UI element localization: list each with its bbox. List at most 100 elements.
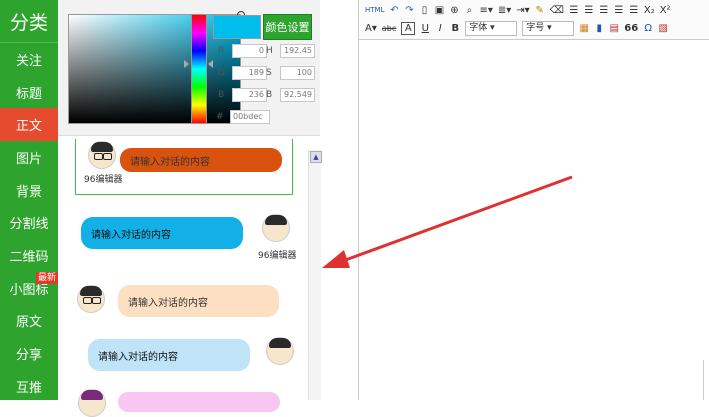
bold-icon[interactable]: B (450, 23, 460, 34)
h-input[interactable]: 192.45 (280, 44, 315, 58)
eraser-icon[interactable]: ⌫ (550, 5, 564, 16)
font-color-icon[interactable]: A▾ (365, 23, 377, 34)
sidebar-item-share[interactable]: 分享 (0, 337, 58, 370)
bubble-text: 请输入对话的内容 (98, 351, 178, 363)
s-input[interactable]: 100 (280, 66, 315, 80)
subscript-button[interactable]: X₂ (644, 5, 655, 16)
sidebar-item-label: 分享 (15, 348, 42, 364)
indent-icon[interactable]: ⇥▾ (516, 5, 529, 16)
current-color-swatch (213, 15, 261, 39)
video-icon[interactable]: ▮ (594, 23, 604, 34)
sidebar-title: 分类 (0, 0, 58, 43)
sidebar-item-label: 分割线 (9, 217, 49, 233)
new-doc-icon[interactable]: ▯ (419, 5, 429, 16)
avatar-glasses-icon (88, 141, 116, 169)
align-distribute-icon[interactable]: ☰ (629, 5, 639, 16)
template-caption: 96编辑器 (258, 251, 297, 261)
color-settings-button[interactable]: 颜色设置 (263, 14, 312, 40)
sidebar-item-title[interactable]: 标题 (0, 76, 58, 109)
avatar-glasses-icon (77, 285, 105, 313)
s-field: S 100 (266, 66, 315, 80)
search-replace-icon[interactable]: ⌕ (464, 5, 474, 16)
hue-slider[interactable] (191, 14, 207, 124)
g-field: G 189 (218, 66, 267, 80)
sidebar-item-label: 互推 (15, 380, 42, 396)
align-justify-icon[interactable]: ☰ (614, 5, 624, 16)
bubble-text: 请输入对话的内容 (128, 297, 208, 309)
template-list-scrollbar[interactable]: ▲ (308, 150, 322, 400)
sidebar-item-original[interactable]: 原文 (0, 305, 58, 338)
r-input[interactable]: 0 (232, 44, 267, 58)
sidebar-item-label: 二维码 (9, 249, 49, 265)
format-brush-icon[interactable]: ✎ (535, 5, 545, 16)
undo-icon[interactable]: ↶ (389, 5, 399, 16)
find-icon[interactable]: ⊕ (449, 5, 459, 16)
sidebar-item-follow[interactable]: 关注 (0, 43, 58, 76)
sidebar-item-image[interactable]: 图片 (0, 141, 58, 174)
avatar-boy-icon (262, 214, 290, 242)
chat-bubble-lightblue[interactable]: 请输入对话的内容 (88, 339, 250, 371)
template-icon[interactable]: ▧ (658, 23, 668, 34)
brightness-input[interactable]: 92.549 (280, 88, 315, 102)
select-all-icon[interactable]: ▣ (434, 5, 444, 16)
sidebar-item-divider[interactable]: 分割线 (0, 206, 58, 239)
font-size-select[interactable]: 字号 ▾ (522, 20, 575, 36)
b-input[interactable]: 236 (232, 88, 267, 102)
sidebar-item-background[interactable]: 背景 (0, 174, 58, 207)
font-family-value: 字体 (469, 22, 488, 33)
sidebar-item-label: 图片 (15, 151, 42, 167)
align-right-icon[interactable]: ☰ (599, 5, 609, 16)
sidebar-item-small-icon[interactable]: 小图标 最新 (0, 271, 58, 305)
special-char-button[interactable]: Ω (643, 23, 653, 34)
editor-scroll-edge (703, 360, 709, 400)
b-field: B 236 (218, 88, 267, 102)
image-icon[interactable]: ▦ (579, 23, 589, 34)
hue-left-arrow-icon (184, 60, 189, 68)
sidebar-item-qrcode[interactable]: 二维码 (0, 239, 58, 272)
sidebar-item-label: 正文 (15, 119, 42, 135)
chat-bubble-blue[interactable]: 请输入对话的内容 (81, 217, 243, 249)
bubble-text: 请输入对话的内容 (130, 156, 210, 168)
text-border-icon[interactable]: A (401, 21, 416, 35)
align-center-icon[interactable]: ☰ (584, 5, 594, 16)
g-input[interactable]: 189 (232, 66, 267, 80)
calendar-icon[interactable]: ▤ (609, 23, 619, 34)
hex-input[interactable]: 00bdec (230, 110, 270, 124)
editor-toolbar: HTML ↶ ↷ ▯ ▣ ⊕ ⌕ ≡▾ ≣▾ ⇥▾ ✎ ⌫ ☰ ☰ ☰ ☰ ☰ … (359, 0, 709, 40)
italic-icon[interactable]: I (435, 23, 445, 34)
rich-text-editor: HTML ↶ ↷ ▯ ▣ ⊕ ⌕ ≡▾ ≣▾ ⇥▾ ✎ ⌫ ☰ ☰ ☰ ☰ ☰ … (358, 0, 709, 400)
chat-bubble-orange[interactable]: 请输入对话的内容 (120, 148, 282, 172)
sidebar-item-label: 关注 (15, 53, 42, 69)
avatar-girl-icon (78, 389, 106, 417)
underline-icon[interactable]: U (420, 23, 430, 34)
color-picker-panel: 颜色设置 R0 G 189 B 236 H 192.45 S 100 B 92.549 #… (58, 0, 320, 136)
template-caption: 96编辑器 (84, 175, 123, 185)
font-family-select[interactable]: 字体 ▾ (465, 20, 518, 36)
new-badge: 最新 (35, 271, 58, 284)
toolbar-row-2: A▾ abc A U I B 字体 ▾ 字号 ▾ ▦ ▮ ▤ 66 Ω ▧ (359, 19, 709, 37)
hex-field: #00bdec (216, 110, 270, 124)
chat-bubble-pink[interactable] (118, 392, 280, 412)
font-size-value: 字号 (526, 22, 545, 33)
align-left-icon[interactable]: ☰ (569, 5, 579, 16)
strikethrough-icon[interactable]: abc (382, 24, 396, 33)
chat-bubble-peach[interactable]: 请输入对话的内容 (118, 285, 279, 317)
sidebar-item-label: 原文 (15, 315, 42, 331)
redo-icon[interactable]: ↷ (404, 5, 414, 16)
avatar-boy-icon (266, 337, 294, 365)
sidebar-item-label: 标题 (15, 86, 42, 102)
superscript-button[interactable]: X² (660, 5, 671, 16)
scroll-up-arrow-icon[interactable]: ▲ (310, 151, 322, 163)
h-field: H 192.45 (266, 44, 315, 58)
sidebar-item-label: 背景 (15, 184, 42, 200)
blockquote-button[interactable]: 66 (624, 23, 638, 34)
toolbar-row-1: HTML ↶ ↷ ▯ ▣ ⊕ ⌕ ≡▾ ≣▾ ⇥▾ ✎ ⌫ ☰ ☰ ☰ ☰ ☰ … (359, 1, 709, 19)
hue-right-arrow-icon (208, 60, 213, 68)
sidebar-item-body[interactable]: 正文 (0, 108, 58, 142)
sidebar-item-mutual[interactable]: 互推 (0, 370, 58, 403)
bubble-text: 请输入对话的内容 (91, 229, 171, 241)
html-source-button[interactable]: HTML (365, 6, 384, 14)
brightness-field: B 92.549 (266, 88, 315, 102)
paragraph-spacing-icon[interactable]: ≣▾ (498, 5, 511, 16)
line-height-icon[interactable]: ≡▾ (479, 5, 492, 16)
